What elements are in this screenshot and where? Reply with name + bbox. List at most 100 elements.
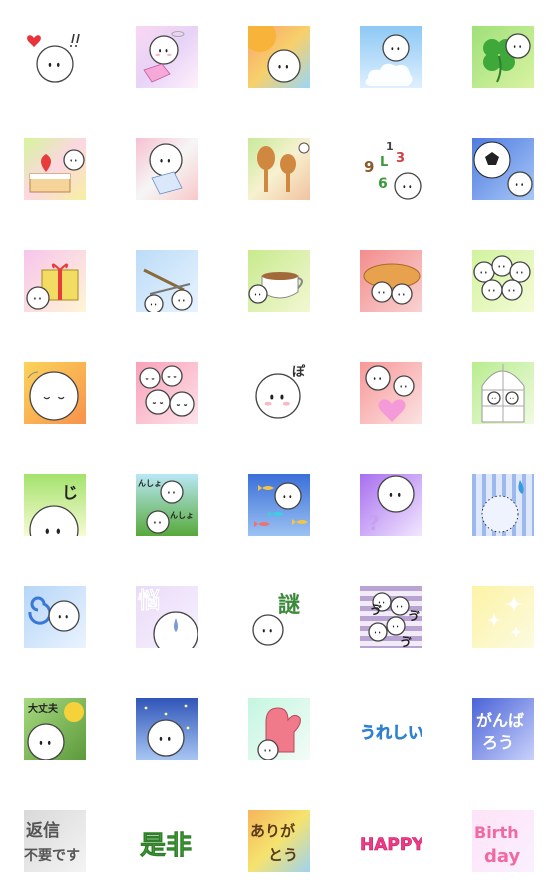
- sticker-grid: 9 L 3 1 6 ぽじんしょ んしょ? 悩謎ゔゔゔ大丈夫 うれしい がんば ろう 返信 不要です 是非あ…: [0, 0, 560, 896]
- spoon-icon: [257, 146, 296, 192]
- sticker-cell[interactable]: うれしい: [360, 698, 422, 760]
- sticker-cell[interactable]: HAPPY: [360, 810, 422, 872]
- sparkle-icon: [486, 594, 524, 639]
- window-icon: [481, 364, 525, 423]
- sticker-cell[interactable]: [136, 362, 198, 424]
- sticker-cell[interactable]: [24, 362, 86, 424]
- cell-30-text-0: 大丈夫: [28, 702, 59, 715]
- heart-icon: [378, 399, 406, 422]
- face-icon: [267, 49, 301, 83]
- sticker-cell[interactable]: 返信 不要です: [24, 810, 86, 872]
- sticker-cell[interactable]: [24, 138, 86, 200]
- sticker-cell[interactable]: ありが とう: [248, 810, 310, 872]
- sticker-cell[interactable]: [472, 250, 534, 312]
- sticker-art: ぽ: [255, 364, 306, 419]
- sticker-cell[interactable]: 悩: [136, 586, 198, 648]
- sticker-cell[interactable]: [24, 26, 86, 88]
- coffee-cup-icon: [261, 272, 303, 299]
- sticker-cell[interactable]: [360, 26, 422, 88]
- sticker-art: [363, 263, 421, 305]
- sticker-cell[interactable]: んしょ んしょ: [136, 474, 198, 536]
- sticker-cell[interactable]: がんば ろう: [472, 698, 534, 760]
- face-icon: [393, 375, 415, 397]
- sticker-cell[interactable]: [136, 26, 198, 88]
- sun-icon: [248, 26, 276, 52]
- face-icon: [48, 600, 80, 632]
- sticker-art: [28, 596, 80, 632]
- sticker-art: ゔゔゔ: [368, 592, 420, 648]
- cell-28-text-0: ゔ: [370, 603, 382, 617]
- sticker-art: [144, 704, 190, 757]
- sticker-cell[interactable]: 大丈夫: [24, 698, 86, 760]
- sticker-cell[interactable]: [136, 698, 198, 760]
- sticker-cell[interactable]: ぽ: [248, 362, 310, 424]
- sticker-cell[interactable]: [136, 250, 198, 312]
- sticker-art: [365, 365, 415, 422]
- sticker-cell[interactable]: [248, 474, 310, 536]
- sticker-cell[interactable]: [248, 250, 310, 312]
- sticker-cell[interactable]: 謎: [248, 586, 310, 648]
- letter-icon: [151, 171, 183, 195]
- face-icon: [368, 622, 388, 642]
- sticker-cell[interactable]: [472, 362, 534, 424]
- sticker-cell[interactable]: じ: [24, 474, 86, 536]
- sticker-cell[interactable]: [248, 26, 310, 88]
- sticker-cell[interactable]: Birth day: [472, 810, 534, 872]
- face-icon: [481, 279, 503, 301]
- sticker-art: [26, 263, 79, 310]
- sticker-art: [248, 272, 303, 304]
- face-icon: [473, 261, 495, 283]
- sticker-art: [365, 34, 413, 86]
- sticker-cell[interactable]: [24, 250, 86, 312]
- sticker-cell[interactable]: ゔゔゔ: [360, 586, 422, 648]
- sticker-art: [486, 594, 524, 639]
- face-icon: [146, 510, 170, 534]
- face-icon: [149, 35, 179, 65]
- sticker-cell[interactable]: 是非: [136, 810, 198, 872]
- face-icon: [149, 143, 183, 177]
- sticker-cell[interactable]: [136, 138, 198, 200]
- cell-8-text-4: 6: [378, 176, 388, 192]
- sticker-cell[interactable]: ?: [360, 474, 422, 536]
- sticker-cell[interactable]: [472, 138, 534, 200]
- face-icon: [487, 391, 501, 405]
- sticker-cell[interactable]: [472, 586, 534, 648]
- sticker-art: [29, 149, 85, 193]
- sticker-cell[interactable]: 9L31 6: [360, 138, 422, 200]
- cell-20-text-0: じ: [62, 483, 78, 502]
- sticker-cell[interactable]: [248, 138, 310, 200]
- sticker-art: [257, 707, 301, 760]
- face-icon: [377, 475, 415, 513]
- face-icon: [390, 596, 410, 616]
- sticker-art: [254, 482, 308, 527]
- bread-icon: [363, 263, 421, 289]
- sticker-art: [473, 255, 531, 301]
- face-icon: [63, 149, 85, 171]
- cell-8-text-3: 1: [386, 140, 394, 153]
- sticker-art: Birth day: [474, 823, 520, 867]
- ribbon-icon: [143, 63, 171, 83]
- halo-icon: [171, 31, 185, 37]
- cell-8-text-2: 3: [396, 151, 405, 166]
- face-icon: [29, 371, 79, 421]
- sticker-cell[interactable]: [472, 474, 534, 536]
- sticker-cell[interactable]: [24, 586, 86, 648]
- sticker-art: 9 L 31 6: [364, 140, 422, 200]
- face-icon: [257, 739, 279, 760]
- sticker-cell[interactable]: [472, 26, 534, 88]
- face-icon: [26, 286, 50, 310]
- sweat-drop-icon: [518, 480, 524, 494]
- sticker-cell[interactable]: [248, 698, 310, 760]
- face-icon: [252, 614, 284, 646]
- sticker-art: [473, 141, 533, 197]
- cell-37-text-1: とう: [268, 846, 298, 864]
- sticker-cell[interactable]: [360, 250, 422, 312]
- cell-34-text-0: がんば: [476, 711, 524, 730]
- sticker-art: [27, 33, 80, 83]
- cell-23-text-0: ?: [368, 511, 380, 535]
- sticker-cell[interactable]: [360, 362, 422, 424]
- cell-36-text-0: 是非: [140, 831, 192, 861]
- sticker-art: んしょんしょ: [138, 479, 194, 534]
- face-icon: [505, 391, 519, 405]
- sticker-art: 返信不要です: [24, 820, 80, 864]
